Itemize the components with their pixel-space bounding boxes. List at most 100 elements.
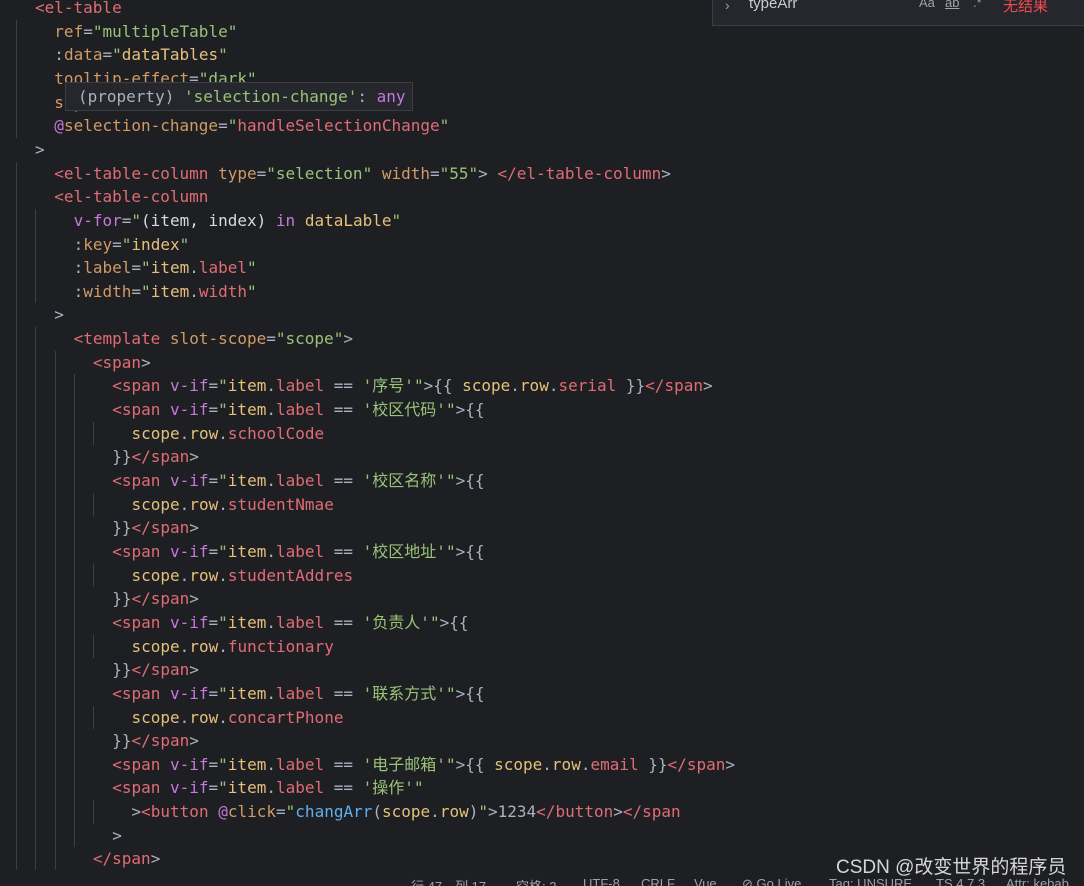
code-line[interactable]: ><button @click="changArr(scope.row)">12…: [132, 800, 681, 824]
code-line[interactable]: <span v-if="item.label == '电子邮箱'">{{ sco…: [112, 753, 735, 777]
code-line[interactable]: }}</span>: [112, 729, 199, 753]
code-token: row: [189, 565, 219, 585]
status-language[interactable]: Vue: [694, 876, 717, 886]
code-line[interactable]: <el-table: [35, 0, 122, 20]
code-token: item: [227, 541, 267, 561]
code-token: >{{: [455, 754, 495, 774]
code-token: =: [112, 234, 122, 254]
code-line[interactable]: >: [35, 138, 45, 162]
code-token: scope: [131, 565, 180, 585]
code-token: v-if: [169, 400, 209, 420]
code-token: ==: [324, 754, 363, 774]
code-token: ": [121, 234, 132, 254]
match-whole-word-icon[interactable]: ab: [945, 0, 959, 10]
code-line[interactable]: <el-table-column type="selection" width=…: [54, 162, 671, 186]
code-line[interactable]: scope.row.schoolCode: [132, 422, 325, 446]
code-token: item: [227, 612, 267, 632]
code-line[interactable]: <span v-if="item.label == '负责人'">{{: [112, 611, 468, 635]
code-token: item: [227, 754, 267, 774]
code-token: <span: [112, 683, 170, 703]
code-line[interactable]: }}</span>: [112, 445, 199, 469]
code-token: row: [439, 802, 469, 822]
code-line[interactable]: >: [54, 303, 64, 327]
code-token: item: [227, 683, 267, 703]
code-token: '校区代码'": [362, 400, 456, 420]
code-token: =: [208, 400, 219, 420]
code-token: v-if: [169, 612, 209, 632]
code-token: >: [54, 305, 64, 325]
code-line[interactable]: @selection-change="handleSelectionChange…: [54, 114, 449, 138]
code-token: =: [256, 163, 267, 183]
code-token: item: [227, 778, 267, 798]
code-line[interactable]: }}</span>: [112, 587, 199, 611]
code-line[interactable]: <el-table-column: [54, 185, 208, 209]
code-line[interactable]: >: [112, 824, 122, 848]
code-token: }}: [616, 376, 646, 396]
code-line[interactable]: scope.row.concartPhone: [132, 706, 344, 730]
code-line[interactable]: scope.row.studentNmae: [132, 493, 334, 517]
status-indentation[interactable]: 空格: 2: [516, 876, 556, 886]
code-line[interactable]: <template slot-scope="scope">: [74, 327, 353, 351]
code-line[interactable]: <span v-if="item.label == '校区代码'">{{: [112, 398, 484, 422]
tooltip-name: 'selection-change': [183, 87, 358, 106]
code-token: row: [189, 494, 219, 514]
code-token: >: [702, 376, 713, 396]
code-line[interactable]: scope.row.studentAddres: [132, 564, 354, 588]
code-token: studentAddres: [227, 565, 354, 585]
code-line[interactable]: }}</span>: [112, 658, 199, 682]
code-token: <span: [112, 400, 170, 420]
code-line[interactable]: :label="item.label": [74, 256, 257, 280]
code-line[interactable]: scope.row.functionary: [132, 635, 334, 659]
code-line[interactable]: <span v-if="item.label == '联系方式'">{{: [112, 682, 484, 706]
code-token: scope: [131, 494, 180, 514]
code-token: <span: [112, 376, 170, 396]
code-token: ": [247, 281, 257, 301]
status-eol[interactable]: CRLF: [641, 876, 675, 886]
code-token: ": [141, 258, 151, 278]
code-token: <el-table: [35, 0, 122, 17]
code-token: '负责人'": [362, 612, 440, 632]
toggle-replace-chevron-icon[interactable]: ›: [725, 0, 730, 13]
status-encoding[interactable]: UTF-8: [583, 876, 620, 886]
code-token: slot-scope: [169, 329, 267, 349]
code-token: label: [275, 612, 325, 632]
indent-guide: [93, 634, 95, 659]
code-token: <el-table-column: [54, 187, 209, 207]
code-token: <span: [112, 754, 170, 774]
find-input[interactable]: typeArr: [749, 0, 797, 12]
code-line[interactable]: <span v-if="item.label == '操作'": [112, 776, 423, 800]
use-regex-icon[interactable]: .*: [973, 0, 982, 10]
code-token: scope: [382, 802, 431, 822]
code-line[interactable]: :width="item.width": [74, 280, 257, 304]
code-token: >: [343, 329, 353, 349]
code-line[interactable]: <span>: [93, 351, 151, 375]
match-case-icon[interactable]: Aa: [919, 0, 935, 10]
code-line[interactable]: :key="index": [74, 233, 190, 257]
code-line[interactable]: ref="multipleTable": [54, 20, 237, 44]
code-line[interactable]: <span v-if="item.label == '校区名称'">{{: [112, 469, 484, 493]
code-line[interactable]: :data="dataTables": [54, 43, 227, 67]
code-line[interactable]: }}</span>: [112, 516, 199, 540]
code-token: ==: [324, 471, 363, 490]
code-line[interactable]: v-for="(item, index) in dataLable": [74, 209, 402, 233]
code-line[interactable]: <span v-if="item.label == '校区地址'">{{: [112, 540, 484, 564]
code-token: =: [276, 802, 286, 822]
code-token: functionary: [227, 636, 334, 656]
code-token: selection-change: [63, 116, 219, 136]
code-token: '校区名称'": [362, 471, 456, 490]
code-token: row: [189, 423, 219, 443]
status-line-col[interactable]: 行 47，列 17: [411, 876, 486, 886]
code-token: v-if: [169, 541, 209, 561]
find-widget: › typeArr Aa ab .* 无结果: [712, 0, 1084, 26]
code-token: =: [83, 21, 93, 41]
code-line[interactable]: </span>: [93, 847, 160, 870]
code-token: :: [54, 45, 64, 65]
code-line[interactable]: <span v-if="item.label == '序号'">{{ scope…: [112, 374, 712, 398]
code-editor[interactable]: <el-table ref="multipleTable":data="dataT…: [0, 0, 1084, 870]
code-token: =: [208, 778, 219, 798]
code-token: }}: [112, 447, 132, 467]
code-token: >: [189, 589, 199, 609]
code-token: .: [266, 400, 276, 420]
status-go-live[interactable]: ⊘ Go Live: [742, 876, 801, 886]
code-token: =: [430, 163, 440, 183]
